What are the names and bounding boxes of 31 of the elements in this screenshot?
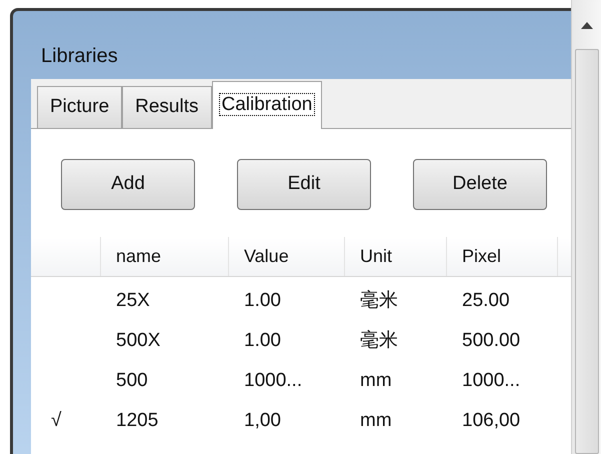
table-cell: 1.00 <box>244 290 281 311</box>
scroll-thumb[interactable] <box>574 49 598 454</box>
action-button[interactable]: Edit <box>237 159 371 210</box>
table-cell: 毫米 <box>360 290 398 311</box>
table-cell: 25X <box>116 290 150 311</box>
scrollbar[interactable] <box>571 0 601 454</box>
column-header[interactable]: Pixel <box>447 237 558 276</box>
action-button[interactable]: Add <box>61 159 195 210</box>
table-cell: mm <box>360 410 392 431</box>
tab[interactable]: Calibration <box>212 81 322 129</box>
tab[interactable]: Picture <box>37 86 122 128</box>
table-cell: 1000... <box>462 370 520 391</box>
window-title: Libraries <box>40 44 118 69</box>
check-mark: √ <box>51 410 62 431</box>
table-cell: 25.00 <box>462 290 510 311</box>
table-cell: 1.00 <box>244 330 281 351</box>
table-cell: 500.00 <box>462 330 520 351</box>
table-cell: 1000... <box>244 370 302 391</box>
table-cell: mm <box>360 370 392 391</box>
column-header[interactable]: Value <box>229 237 345 276</box>
column-header[interactable]: name <box>101 237 229 276</box>
action-button[interactable]: Delete <box>413 159 547 210</box>
table-cell: 1205 <box>116 410 158 431</box>
scroll-up-icon[interactable] <box>580 22 592 29</box>
table-cell: 500X <box>116 330 160 351</box>
column-header[interactable]: Unit <box>345 237 447 276</box>
table-cell: 106,00 <box>462 410 520 431</box>
table-cell: 毫米 <box>360 330 398 351</box>
tab[interactable]: Results <box>122 86 212 128</box>
table-cell: 1,00 <box>244 410 281 431</box>
table-cell: 500 <box>116 370 148 391</box>
